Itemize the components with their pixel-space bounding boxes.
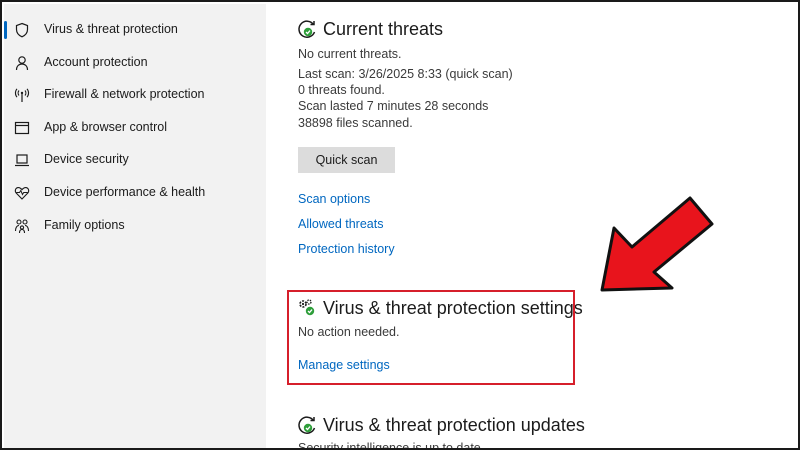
person-icon [13,54,31,72]
screenshot-frame: Virus & threat protection Account protec… [0,0,800,450]
quick-scan-button[interactable]: Quick scan [298,147,395,173]
sidebar-item-label: Device security [44,152,129,166]
selection-indicator [4,21,7,39]
scan-duration-text: Scan lasted 7 minutes 28 seconds [298,99,489,113]
protection-history-link[interactable]: Protection history [298,242,395,256]
last-scan-text: Last scan: 3/26/2025 8:33 (quick scan) [298,67,513,81]
threat-status-text: No current threats. [298,47,402,61]
sidebar-item-virus-threat-protection[interactable]: Virus & threat protection [4,16,266,44]
protection-updates-title: Virus & threat protection updates [323,415,585,435]
current-threats-title: Current threats [323,19,444,39]
sidebar-item-label: Virus & threat protection [44,22,178,36]
sidebar-item-firewall-network-protection[interactable]: Firewall & network protection [4,81,266,109]
scan-options-link[interactable]: Scan options [298,192,370,206]
sidebar-item-family-options[interactable]: Family options [4,212,266,240]
sidebar-item-device-security[interactable]: Device security [4,146,266,174]
red-arrow-icon [600,196,714,292]
family-icon [13,217,31,235]
sidebar-item-label: Family options [44,218,125,232]
sidebar-item-label: App & browser control [44,120,167,134]
wifi-antenna-icon [13,86,31,104]
heart-pulse-icon [13,184,31,202]
sidebar-item-label: Device performance & health [44,185,206,199]
laptop-icon [13,151,31,169]
sidebar-item-account-protection[interactable]: Account protection [4,49,266,77]
sidebar-item-label: Firewall & network protection [44,87,205,101]
files-scanned-text: 38898 files scanned. [298,116,413,130]
sidebar-item-app-browser-control[interactable]: App & browser control [4,114,266,142]
sidebar-item-label: Account protection [44,55,148,69]
highlight-box [287,290,575,385]
sidebar-item-device-performance-health[interactable]: Device performance & health [4,179,266,207]
scan-refresh-icon [296,18,318,40]
allowed-threats-link[interactable]: Allowed threats [298,217,383,231]
sidebar: Virus & threat protection Account protec… [4,4,266,448]
threats-found-text: 0 threats found. [298,83,385,97]
browser-window-icon [13,119,31,137]
updates-status-text: Security intelligence is up to date. [298,441,485,450]
update-refresh-icon [296,414,318,436]
shield-icon [13,21,31,39]
